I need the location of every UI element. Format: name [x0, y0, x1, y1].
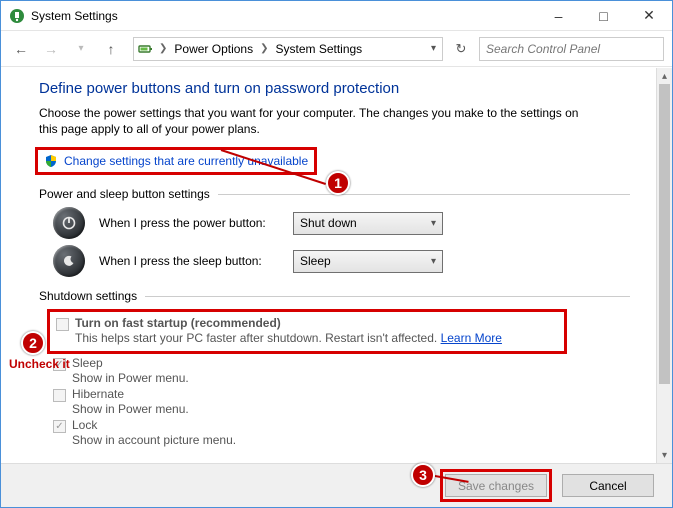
scroll-thumb[interactable] — [659, 84, 670, 384]
breadcrumb-bar[interactable]: ❯ Power Options ❯ System Settings ▾ — [133, 37, 443, 61]
breadcrumb-dropdown-icon[interactable]: ▾ — [431, 43, 436, 54]
forward-button[interactable]: → — [39, 37, 63, 61]
title-bar: System Settings – □ ✕ — [1, 1, 672, 31]
sleep-checkbox-desc: Show in Power menu. — [72, 371, 630, 385]
shutdown-section-label: Shutdown settings — [39, 289, 137, 303]
recent-locations-button[interactable]: ▾ — [69, 37, 93, 61]
fast-startup-checkbox[interactable] — [56, 318, 69, 331]
breadcrumb-power-options[interactable]: Power Options — [170, 42, 257, 56]
scroll-up-icon[interactable]: ▴ — [657, 68, 672, 84]
navigation-bar: ← → ▾ ↑ ❯ Power Options ❯ System Setting… — [1, 31, 672, 67]
back-button[interactable]: ← — [9, 37, 33, 61]
footer-bar: Save changes Cancel — [1, 463, 672, 507]
chevron-down-icon: ▾ — [431, 256, 436, 267]
annotation-uncheck-text: Uncheck it — [9, 357, 70, 371]
section-divider — [218, 194, 630, 195]
section-divider — [145, 296, 630, 297]
page-title: Define power buttons and turn on passwor… — [39, 80, 630, 97]
shutdown-section-title: Shutdown settings — [39, 289, 630, 303]
save-changes-button[interactable]: Save changes — [445, 474, 547, 497]
refresh-button[interactable]: ↻ — [449, 37, 473, 61]
minimize-button[interactable]: – — [536, 1, 581, 30]
chevron-right-icon: ❯ — [259, 43, 269, 54]
search-placeholder: Search Control Panel — [486, 42, 600, 56]
change-settings-link-row: Change settings that are currently unava… — [35, 147, 317, 175]
maximize-button[interactable]: □ — [581, 1, 626, 30]
vertical-scrollbar[interactable]: ▴ ▾ — [656, 68, 672, 463]
lock-checkbox-desc: Show in account picture menu. — [72, 433, 630, 447]
lock-checkbox-label: Lock — [72, 418, 97, 432]
app-icon — [9, 8, 25, 24]
sleep-button-label: When I press the sleep button: — [99, 254, 279, 268]
page-description: Choose the power settings that you want … — [39, 105, 599, 137]
fast-startup-highlight: Turn on fast startup (recommended) This … — [47, 309, 567, 354]
power-button-value: Shut down — [300, 216, 357, 230]
scroll-down-icon[interactable]: ▾ — [657, 447, 672, 463]
battery-icon — [138, 41, 154, 57]
annotation-badge-1: 1 — [326, 171, 350, 195]
power-button-label: When I press the power button: — [99, 216, 279, 230]
annotation-badge-3: 3 — [411, 463, 435, 487]
shield-icon — [44, 154, 58, 168]
sleep-button-value: Sleep — [300, 254, 331, 268]
hibernate-checkbox-desc: Show in Power menu. — [72, 402, 630, 416]
sleep-checkbox-label: Sleep — [72, 356, 103, 370]
sleep-button-row: When I press the sleep button: Sleep ▾ — [53, 245, 630, 277]
content-area: Define power buttons and turn on passwor… — [1, 68, 656, 463]
cancel-label: Cancel — [589, 479, 626, 493]
power-button-row: When I press the power button: Shut down… — [53, 207, 630, 239]
annotation-badge-2: 2 — [21, 331, 45, 355]
save-changes-label: Save changes — [458, 479, 534, 493]
power-icon — [53, 207, 85, 239]
window-controls: – □ ✕ — [536, 1, 672, 30]
close-button[interactable]: ✕ — [626, 1, 672, 30]
lock-checkbox[interactable] — [53, 420, 66, 433]
learn-more-link[interactable]: Learn More — [441, 331, 502, 345]
sleep-icon — [53, 245, 85, 277]
save-changes-highlight: Save changes — [440, 469, 552, 502]
search-input[interactable]: Search Control Panel — [479, 37, 664, 61]
window-title: System Settings — [31, 9, 536, 23]
breadcrumb-system-settings[interactable]: System Settings — [271, 42, 366, 56]
fast-startup-desc: This helps start your PC faster after sh… — [75, 331, 441, 345]
power-button-select[interactable]: Shut down ▾ — [293, 212, 443, 235]
hibernate-checkbox-label: Hibernate — [72, 387, 124, 401]
hibernate-checkbox[interactable] — [53, 389, 66, 402]
power-sleep-section-label: Power and sleep button settings — [39, 187, 210, 201]
sleep-button-select[interactable]: Sleep ▾ — [293, 250, 443, 273]
chevron-down-icon: ▾ — [431, 218, 436, 229]
fast-startup-label: Turn on fast startup (recommended) — [75, 316, 281, 330]
up-button[interactable]: ↑ — [99, 37, 123, 61]
cancel-button[interactable]: Cancel — [562, 474, 654, 497]
chevron-right-icon: ❯ — [158, 43, 168, 54]
